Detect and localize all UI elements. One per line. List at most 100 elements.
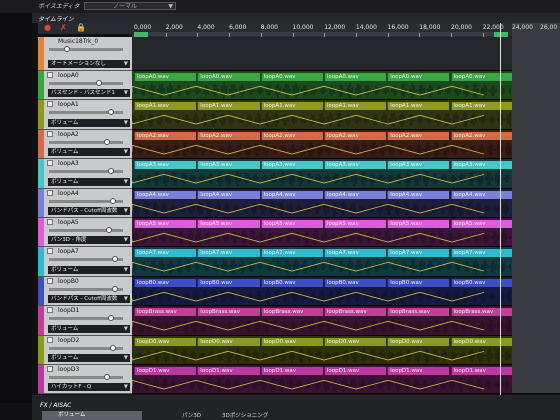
- audio-clip[interactable]: loopA7.wav: [450, 249, 512, 258]
- track-lane[interactable]: loopD0.wav loopD0.wav loopD0.wav loopD0.wav…: [132, 335, 512, 365]
- master-track-header[interactable]: Music18Trk_0 オートメーションなし ▼: [38, 37, 132, 71]
- track-header[interactable]: loopD3 ハイカットF - Q ▼: [38, 365, 132, 395]
- track-mute-checkbox[interactable]: [47, 366, 53, 372]
- track-lane[interactable]: loopA4.wav loopA4.wav loopA4.wav loopA4.wav…: [132, 188, 512, 218]
- track-lane[interactable]: loopBrass.wav loopBrass.wav loopBrass.wav l…: [132, 306, 512, 336]
- automation-param-dropdown[interactable]: ボリューム ▼: [48, 353, 130, 362]
- audio-clip[interactable]: loopA5.wav: [134, 220, 197, 228]
- automation-curve[interactable]: [132, 115, 485, 125]
- audio-clip[interactable]: loopA0.wav: [134, 73, 197, 81]
- audio-clip[interactable]: loopA1.wav: [387, 102, 450, 111]
- track-mute-checkbox[interactable]: [47, 219, 53, 225]
- audio-clip[interactable]: loopB0.wav: [387, 278, 450, 287]
- audio-clip[interactable]: loopA4.wav: [323, 190, 387, 199]
- track-header[interactable]: loopA7 ボリューム ▼: [38, 247, 132, 277]
- audio-clip[interactable]: loopB0.wav: [197, 278, 260, 287]
- audio-clip[interactable]: loopD1.wav: [197, 367, 260, 375]
- audio-clip[interactable]: loopA5.wav: [260, 220, 323, 228]
- track-header[interactable]: loopA4 バンドパス - Cutoff周波数 ▼: [38, 188, 132, 218]
- audio-clip[interactable]: loopA2.wav: [260, 131, 323, 140]
- audio-clip[interactable]: loopBrass.wav: [134, 308, 197, 317]
- audio-clip[interactable]: loopA0.wav: [323, 73, 387, 81]
- automation-param-dropdown[interactable]: バスセンド - バスセンド1 ▼: [48, 89, 130, 98]
- time-ruler[interactable]: 0,000 2,000 4,000 6,000 8,000 10,000 12,000 14,…: [132, 23, 512, 38]
- audio-clip[interactable]: loopD1.wav: [134, 367, 197, 375]
- track-mute-checkbox[interactable]: [47, 336, 53, 343]
- track-mute-checkbox[interactable]: [47, 307, 53, 314]
- track-header[interactable]: loopB0 バンドパス - Cutoff周波数 ▼: [38, 276, 132, 307]
- slider-knob[interactable]: [108, 168, 114, 175]
- audio-clip[interactable]: loopA3.wav: [450, 161, 512, 170]
- track-lane[interactable]: loopA2.wav loopA2.wav loopA2.wav loopA2.wav…: [132, 129, 512, 160]
- track-header[interactable]: loopA2 ボリューム ▼: [38, 129, 132, 160]
- automation-curve[interactable]: [132, 144, 485, 155]
- audio-clip[interactable]: loopA3.wav: [197, 161, 260, 170]
- audio-clip[interactable]: loopA5.wav: [387, 220, 450, 228]
- audio-clip[interactable]: loopA7.wav: [387, 249, 450, 258]
- automation-param-dropdown[interactable]: ボリューム ▼: [48, 118, 130, 127]
- lock-icon[interactable]: 🔒: [76, 23, 86, 32]
- automation-param-dropdown[interactable]: バンドパス - Cutoff周波数 ▼: [48, 206, 130, 215]
- track-mute-checkbox[interactable]: [47, 160, 53, 167]
- mode-dropdown[interactable]: ノーマル ▼: [84, 2, 176, 10]
- automation-curve[interactable]: [132, 262, 485, 272]
- automation-curve[interactable]: [132, 291, 485, 302]
- record-icon[interactable]: ●: [44, 23, 51, 32]
- audio-clip[interactable]: loopA5.wav: [197, 220, 260, 228]
- disable-icon[interactable]: ✗: [60, 23, 67, 32]
- audio-clip[interactable]: loopD1.wav: [387, 367, 450, 375]
- 3d-positioning-button[interactable]: 3Dポジショニング: [222, 412, 268, 420]
- audio-clip[interactable]: loopD1.wav: [260, 367, 323, 375]
- slider-knob[interactable]: [108, 109, 114, 116]
- audio-clip[interactable]: loopA2.wav: [134, 131, 197, 140]
- audio-clip[interactable]: loopA4.wav: [197, 190, 260, 199]
- audio-clip[interactable]: loopA3.wav: [323, 161, 387, 170]
- track-lane[interactable]: loopA1.wav loopA1.wav loopA1.wav loopA1.wav…: [132, 100, 512, 130]
- automation-param-dropdown[interactable]: ハイカットF - Q ▼: [48, 383, 130, 392]
- audio-clip[interactable]: loopA2.wav: [387, 131, 450, 140]
- automation-param-dropdown[interactable]: パン3D - 角度 ▼: [48, 236, 130, 245]
- track-volume-slider[interactable]: [49, 376, 123, 379]
- playhead-cursor[interactable]: [500, 23, 501, 395]
- track-lane[interactable]: loopB0.wav loopB0.wav loopB0.wav loopB0.wav…: [132, 276, 512, 307]
- audio-clip[interactable]: loopA3.wav: [260, 161, 323, 170]
- audio-clip[interactable]: loopA1.wav: [323, 102, 387, 111]
- audio-clip[interactable]: loopD0.wav: [387, 337, 450, 346]
- audio-clip[interactable]: loopB0.wav: [323, 278, 387, 287]
- audio-clip[interactable]: loopD0.wav: [450, 337, 512, 346]
- slider-knob[interactable]: [108, 315, 114, 322]
- track-volume-slider[interactable]: [49, 140, 123, 144]
- track-lane[interactable]: loopA0.wav loopA0.wav loopA0.wav loopA0.wav…: [132, 71, 512, 101]
- track-lane[interactable]: loopA3.wav loopA3.wav loopA3.wav loopA3.wav…: [132, 159, 512, 189]
- automation-param-dropdown[interactable]: ボリューム ▼: [48, 177, 130, 186]
- audio-clip[interactable]: loopA4.wav: [260, 190, 323, 199]
- master-volume-slider[interactable]: [49, 48, 123, 51]
- pan3d-button[interactable]: パン3D: [182, 412, 201, 420]
- track-header[interactable]: loopD2 ボリューム ▼: [38, 335, 132, 365]
- audio-clip[interactable]: loopD1.wav: [450, 367, 512, 375]
- slider-knob[interactable]: [64, 46, 70, 52]
- audio-clip[interactable]: loopA2.wav: [450, 131, 512, 140]
- track-mute-checkbox[interactable]: [47, 101, 53, 108]
- audio-clip[interactable]: loopBrass.wav: [450, 308, 512, 317]
- track-lane[interactable]: loopA7.wav loopA7.wav loopA7.wav loopA7.wav…: [132, 247, 512, 277]
- automation-param-dropdown[interactable]: ボリューム ▼: [48, 265, 130, 274]
- slider-knob[interactable]: [112, 256, 118, 263]
- audio-clip[interactable]: loopA4.wav: [134, 190, 197, 199]
- automation-curve[interactable]: [132, 85, 485, 96]
- audio-clip[interactable]: loopD0.wav: [260, 337, 323, 346]
- audio-clip[interactable]: loopD0.wav: [323, 337, 387, 346]
- track-mute-checkbox[interactable]: [47, 248, 53, 255]
- track-header[interactable]: loopA0 バスセンド - バスセンド1 ▼: [38, 71, 132, 101]
- automation-dropdown[interactable]: オートメーションなし ▼: [48, 60, 130, 68]
- automation-curve[interactable]: [132, 321, 485, 331]
- audio-clip[interactable]: loopA7.wav: [260, 249, 323, 258]
- slider-knob[interactable]: [104, 374, 110, 380]
- track-header[interactable]: loopD1 ボリューム ▼: [38, 306, 132, 336]
- audio-clip[interactable]: loopA4.wav: [450, 190, 512, 199]
- audio-clip[interactable]: loopA0.wav: [260, 73, 323, 81]
- audio-clip[interactable]: loopA0.wav: [450, 73, 512, 81]
- audio-clip[interactable]: loopA7.wav: [134, 249, 197, 258]
- audio-clip[interactable]: loopD0.wav: [134, 337, 197, 346]
- track-header[interactable]: loopA3 ボリューム ▼: [38, 159, 132, 189]
